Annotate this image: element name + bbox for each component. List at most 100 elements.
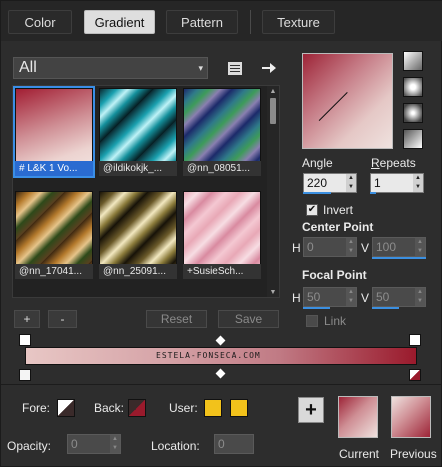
tab-separator: [250, 10, 251, 34]
center-v-slider[interactable]: [372, 257, 426, 259]
angle-input[interactable]: 220 ▲ ▼: [303, 173, 357, 193]
angle-handle[interactable]: [318, 92, 348, 121]
user-color-swatch-1[interactable]: [204, 399, 222, 417]
focal-h-slider[interactable]: [303, 307, 330, 309]
center-v-stepper[interactable]: ▲ ▼: [415, 238, 425, 256]
angle-value: 220: [307, 176, 328, 190]
focal-h-label: H: [292, 291, 301, 305]
back-label: Back:: [94, 401, 125, 415]
invert-checkbox[interactable]: ✔: [306, 204, 318, 216]
opacity-stepper[interactable]: ▲ ▼: [110, 435, 120, 453]
gradient-item-label: @ildikokjk_...: [99, 161, 177, 176]
repeats-label: Repeats: [371, 156, 416, 170]
repeats-stepper[interactable]: ▲ ▼: [413, 174, 423, 192]
scroll-up-icon[interactable]: ▲: [267, 86, 279, 96]
focal-h-input[interactable]: 50 ▲ ▼: [303, 287, 357, 307]
rectangular-style-icon[interactable]: [403, 77, 423, 97]
gradient-dialog: Color Gradient Pattern Texture All ▾ # L…: [0, 0, 442, 467]
list-icon[interactable]: [225, 58, 245, 78]
current-label: Current: [339, 447, 380, 461]
gradient-item[interactable]: @nn_17041...: [15, 191, 93, 279]
gradient-item[interactable]: @nn_08051...: [183, 88, 261, 176]
gradient-bar[interactable]: ESTELA-FONSECA.COM: [25, 347, 417, 365]
focal-point-label: Focal Point: [302, 268, 367, 282]
gradient-item-label: +SusieSch...: [183, 264, 261, 279]
focal-v-input[interactable]: 50 ▲ ▼: [372, 287, 426, 307]
gradient-item[interactable]: @ildikokjk_...: [99, 88, 177, 176]
user-label: User:: [169, 401, 198, 415]
gradient-item[interactable]: @nn_25091...: [99, 191, 177, 279]
link-label: Link: [324, 314, 347, 328]
opacity-label: Opacity:: [7, 439, 52, 453]
repeats-label-text: epeats: [379, 156, 416, 170]
center-point-label: Center Point: [302, 220, 374, 234]
tab-bar: Color Gradient Pattern Texture: [1, 1, 442, 41]
location-value: 0: [218, 437, 225, 451]
color-stop-right[interactable]: [409, 369, 421, 381]
background-color-swatch[interactable]: [128, 399, 146, 417]
remove-gradient-button[interactable]: -: [48, 310, 77, 328]
gradient-item-label: @nn_25091...: [99, 264, 177, 279]
angle-slider[interactable]: [303, 192, 331, 194]
center-h-stepper[interactable]: ▲ ▼: [346, 238, 356, 256]
location-input[interactable]: 0: [214, 434, 254, 454]
repeats-input[interactable]: 1 ▲ ▼: [370, 173, 424, 193]
foreground-color-swatch[interactable]: [57, 399, 75, 417]
angle-stepper[interactable]: ▲ ▼: [346, 174, 356, 192]
save-button[interactable]: Save: [218, 310, 279, 328]
center-h-value: 0: [307, 240, 314, 254]
tab-texture[interactable]: Texture: [262, 10, 335, 34]
linear-style-icon[interactable]: [403, 51, 423, 71]
focal-v-slider[interactable]: [372, 307, 399, 309]
tab-pattern[interactable]: Pattern: [166, 10, 238, 34]
gradient-item-label: # L&K 1 Vo...: [15, 161, 93, 176]
section-divider: [1, 384, 442, 385]
center-v-value: 100: [376, 240, 397, 254]
gradient-item-label: @nn_17041...: [15, 264, 93, 279]
gradient-item[interactable]: # L&K 1 Vo...: [13, 86, 95, 178]
arrow-right-icon[interactable]: [259, 58, 279, 78]
radial-style-icon[interactable]: [403, 103, 423, 123]
focal-v-value: 50: [376, 290, 390, 304]
tab-color[interactable]: Color: [8, 10, 72, 34]
user-color-swatch-2[interactable]: [230, 399, 248, 417]
angle-label: Angle: [302, 156, 333, 170]
opacity-midpoint[interactable]: [215, 335, 226, 346]
focal-v-stepper[interactable]: ▲ ▼: [415, 288, 425, 306]
previous-label: Previous: [390, 447, 437, 461]
center-h-label: H: [292, 241, 301, 255]
repeats-slider[interactable]: [370, 192, 376, 194]
corner-style-icon[interactable]: [403, 129, 423, 149]
previous-gradient-swatch[interactable]: [391, 396, 431, 438]
gradient-preview[interactable]: [302, 53, 393, 149]
gradient-item[interactable]: +SusieSch...: [183, 191, 261, 279]
focal-h-stepper[interactable]: ▲ ▼: [346, 288, 356, 306]
opacity-input[interactable]: 0 ▲ ▼: [67, 434, 121, 454]
repeats-value: 1: [374, 176, 381, 190]
center-h-input[interactable]: 0 ▲ ▼: [303, 237, 357, 257]
plus-icon[interactable]: +: [298, 397, 324, 423]
focal-h-value: 50: [307, 290, 321, 304]
tab-gradient[interactable]: Gradient: [84, 10, 155, 34]
library-scrollbar[interactable]: ▲ ▼: [267, 86, 279, 297]
gradient-watermark: ESTELA-FONSECA.COM: [156, 351, 261, 360]
opacity-stop-left[interactable]: [19, 334, 31, 346]
fore-label: Fore:: [22, 401, 51, 415]
reset-button[interactable]: Reset: [146, 310, 207, 328]
focal-v-label: V: [361, 291, 370, 305]
gradient-item-label: @nn_08051...: [183, 161, 261, 176]
current-gradient-swatch[interactable]: [338, 396, 378, 438]
opacity-stop-right[interactable]: [409, 334, 421, 346]
center-v-label: V: [361, 241, 370, 255]
link-checkbox[interactable]: [306, 315, 318, 327]
category-value: All: [19, 59, 37, 76]
category-dropdown[interactable]: All ▾: [13, 57, 208, 79]
color-midpoint[interactable]: [215, 368, 226, 379]
location-label: Location:: [151, 439, 200, 453]
color-stop-left[interactable]: [19, 369, 31, 381]
opacity-value: 0: [71, 437, 78, 451]
scrollbar-thumb[interactable]: [270, 98, 276, 124]
add-gradient-button[interactable]: +: [14, 310, 40, 328]
center-v-input[interactable]: 100 ▲ ▼: [372, 237, 426, 257]
scroll-down-icon[interactable]: ▼: [267, 287, 279, 297]
